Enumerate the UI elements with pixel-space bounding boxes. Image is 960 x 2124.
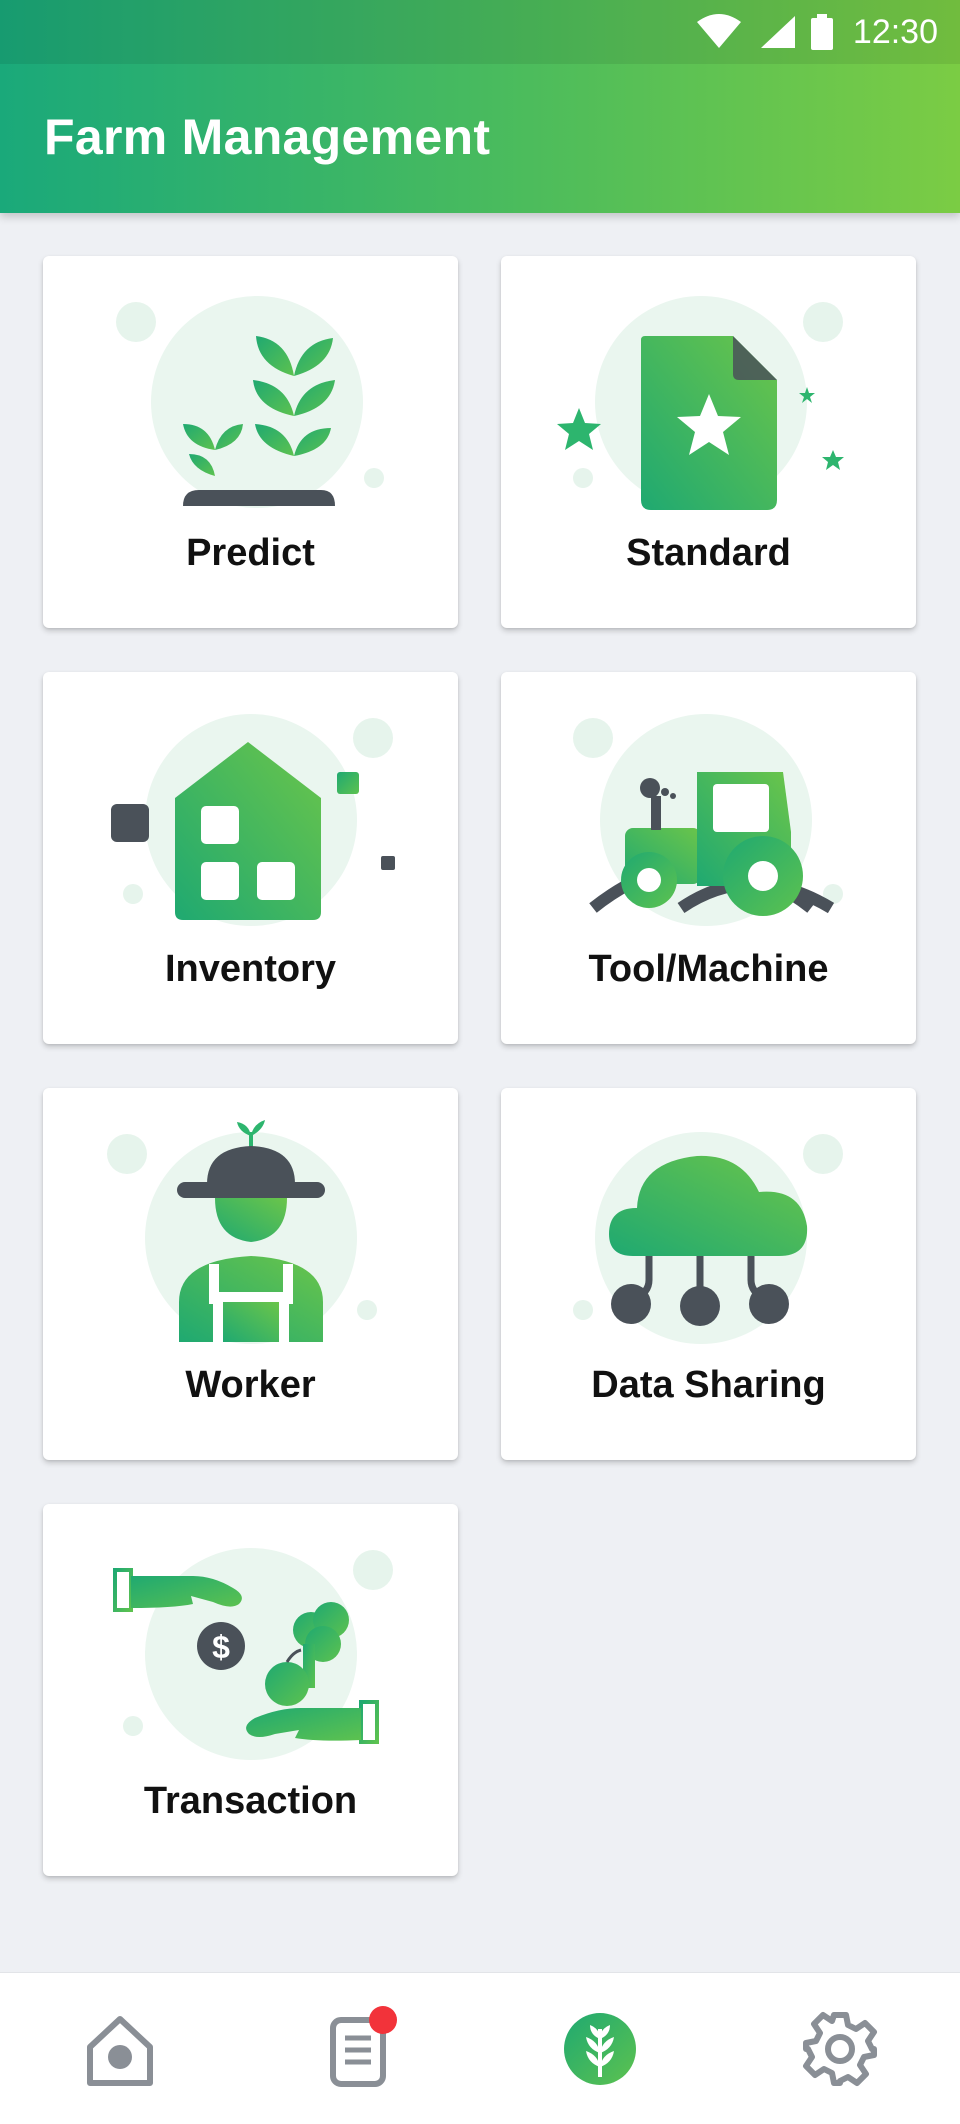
- cell-signal-icon: [760, 16, 795, 48]
- star-document-icon: [557, 296, 844, 510]
- tile-data-sharing[interactable]: Data Sharing: [501, 1088, 916, 1460]
- tile-label: Standard: [626, 532, 791, 574]
- tractor-icon: [573, 714, 843, 926]
- wifi-icon: [696, 14, 741, 48]
- notification-badge: [369, 2005, 397, 2034]
- tile-label: Inventory: [164, 948, 337, 990]
- status-icons: 12:30: [695, 10, 938, 54]
- tile-standard[interactable]: Standard: [501, 256, 916, 628]
- wheat-icon: [564, 2012, 636, 2085]
- tile-tool-machine[interactable]: Tool/Machine: [501, 672, 916, 1044]
- status-bar: 12:30: [0, 0, 960, 64]
- tile-label: Worker: [185, 1364, 316, 1406]
- bottom-navigation: [0, 1972, 960, 2124]
- nav-home[interactable]: [0, 1973, 240, 2124]
- tile-worker[interactable]: Worker: [43, 1088, 458, 1460]
- tile-predict[interactable]: Predict: [43, 256, 458, 628]
- tile-inventory[interactable]: Inventory: [43, 672, 458, 1044]
- warehouse-icon: [111, 714, 395, 926]
- page-title: Farm Management: [44, 109, 491, 165]
- svg-text:$: $: [212, 1629, 230, 1665]
- tile-label: Tool/Machine: [588, 948, 829, 990]
- tile-label: Transaction: [143, 1780, 358, 1822]
- tile-transaction[interactable]: $ Transaction: [43, 1504, 458, 1876]
- nav-notes[interactable]: [240, 1973, 480, 2124]
- nav-settings[interactable]: [720, 1973, 960, 2124]
- home-icon: [87, 2015, 153, 2086]
- gear-icon: [803, 2011, 877, 2086]
- tile-label: Data Sharing: [591, 1364, 826, 1406]
- tile-label: Predict: [186, 532, 315, 574]
- cloud-network-icon: [573, 1132, 843, 1344]
- app-bar: 12:30 Farm Management: [0, 0, 960, 213]
- farmer-icon: [107, 1120, 377, 1344]
- document-icon: [330, 2005, 397, 2087]
- status-time: 12:30: [852, 12, 938, 51]
- battery-icon: [810, 14, 833, 50]
- plant-sprout-icon: [116, 296, 384, 508]
- money-exchange-icon: $: [113, 1548, 393, 1760]
- nav-farm[interactable]: [480, 1973, 720, 2124]
